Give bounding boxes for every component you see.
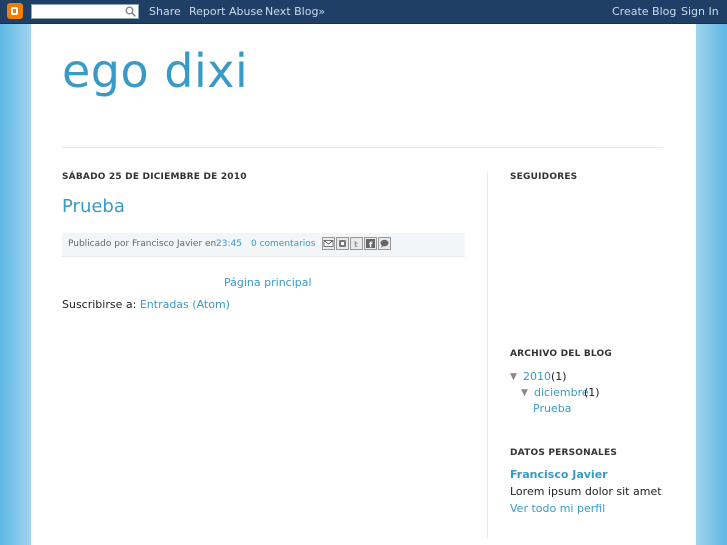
post-footer: Publicado por Francisco Javier en 23:45 … xyxy=(62,233,465,257)
subscribe-line: Suscribirse a: Entradas (Atom) xyxy=(62,298,230,311)
post-author: Publicado por Francisco Javier en xyxy=(68,239,217,249)
profile-about: Lorem ipsum dolor sit amet xyxy=(510,485,662,498)
post-time-link[interactable]: 23:45 xyxy=(216,239,242,249)
post-date: SÁBADO 25 DE DICIEMBRE DE 2010 xyxy=(62,172,247,182)
archive-year-link[interactable]: 2010 xyxy=(523,370,551,383)
collapse-triangle-icon[interactable]: ▼ xyxy=(510,372,517,382)
atom-feed-link[interactable]: Entradas (Atom) xyxy=(140,298,230,311)
archive-year-count: (1) xyxy=(551,370,567,383)
archive-month-count: (1) xyxy=(584,386,600,399)
archive-post-link[interactable]: Prueba xyxy=(533,402,571,415)
followers-heading: SEGUIDORES xyxy=(510,172,578,182)
archive-heading: ARCHIVO DEL BLOG xyxy=(510,349,612,359)
view-profile-link[interactable]: Ver todo mi perfil xyxy=(510,502,605,515)
profile-heading: DATOS PERSONALES xyxy=(510,448,618,458)
share-link[interactable]: Share xyxy=(149,5,181,18)
comments-link[interactable]: 0 comentarios xyxy=(251,239,316,249)
email-icon[interactable] xyxy=(322,237,335,250)
profile-name-link[interactable]: Francisco Javier xyxy=(510,468,608,481)
twitter-icon[interactable]: t xyxy=(350,237,363,250)
archive-month-link[interactable]: diciembre xyxy=(534,386,589,399)
subscribe-label: Suscribirse a: xyxy=(62,298,137,311)
report-abuse-link[interactable]: Report Abuse xyxy=(189,5,263,18)
collapse-triangle-icon[interactable]: ▼ xyxy=(521,388,528,398)
next-blog-link[interactable]: Next Blog» xyxy=(265,5,325,18)
facebook-icon[interactable]: f xyxy=(364,237,377,250)
search-input[interactable] xyxy=(31,4,139,19)
create-blog-link[interactable]: Create Blog xyxy=(612,5,676,18)
blog-title[interactable]: ego dixi xyxy=(62,44,248,98)
sign-in-link[interactable]: Sign In xyxy=(681,5,719,18)
search-icon[interactable] xyxy=(125,6,136,17)
post-title[interactable]: Prueba xyxy=(62,196,125,217)
svg-text:f: f xyxy=(369,241,373,250)
svg-text:t: t xyxy=(354,240,358,249)
blogger-navbar: Share Report Abuse Next Blog» Create Blo… xyxy=(0,0,727,24)
blogthis-icon[interactable] xyxy=(336,237,349,250)
header-divider xyxy=(62,147,663,148)
sidebar-divider xyxy=(487,172,488,538)
blogger-logo-icon[interactable] xyxy=(7,3,23,19)
buzz-icon[interactable] xyxy=(378,237,391,250)
home-link[interactable]: Página principal xyxy=(224,276,312,289)
